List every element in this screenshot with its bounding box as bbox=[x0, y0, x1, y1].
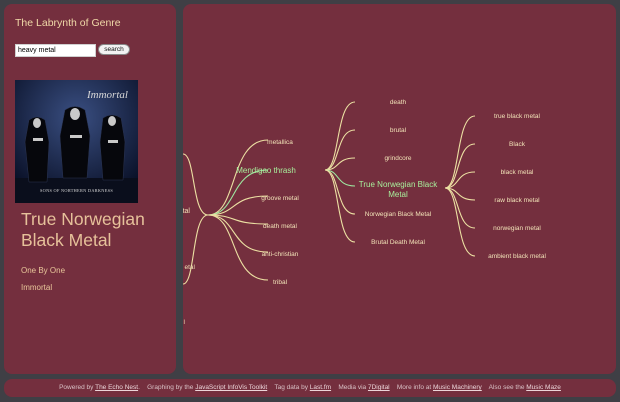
genre-node[interactable]: ambient black metal bbox=[488, 253, 546, 260]
graph-edge bbox=[444, 187, 476, 229]
current-genre-title: True Norwegian Black Metal bbox=[21, 209, 145, 250]
footer-powered-text: Powered by bbox=[59, 384, 94, 391]
footer-graphing-text: Graphing by the bbox=[147, 384, 194, 391]
graph-edge bbox=[444, 143, 476, 189]
footer-media-text: Media via bbox=[338, 384, 367, 391]
artist-name[interactable]: Immortal bbox=[21, 283, 52, 292]
graph-edge bbox=[444, 187, 476, 257]
infovis-toolkit-link[interactable]: JavaScript InfoVis Toolkit bbox=[195, 384, 267, 391]
genre-node[interactable]: metallica bbox=[267, 139, 293, 146]
footer-tag-text: Tag data by bbox=[274, 384, 308, 391]
music-maze-link[interactable]: Music Maze bbox=[526, 384, 561, 391]
lastfm-link[interactable]: Last.fm bbox=[310, 384, 331, 391]
graph-edge-active bbox=[207, 169, 269, 216]
genre-node-partial[interactable]: l bbox=[184, 319, 186, 326]
graph-edge bbox=[183, 153, 209, 216]
genre-node[interactable]: raw black metal bbox=[494, 197, 540, 204]
genre-node[interactable]: black metal bbox=[501, 169, 534, 176]
graph-edge bbox=[444, 115, 476, 189]
genre-graph-panel[interactable]: metallica groove metal death metal anti-chr… bbox=[183, 4, 616, 374]
genre-node[interactable]: Brutal Death Metal bbox=[371, 239, 425, 246]
footer-info-text: More info at bbox=[396, 384, 432, 391]
genre-node-partial[interactable]: etal bbox=[183, 208, 190, 215]
search-input[interactable] bbox=[15, 44, 96, 57]
album-cover-artwork: Immortal SONS OF NORTHERN DARKNESS bbox=[15, 80, 138, 203]
graph-edge bbox=[207, 214, 269, 281]
genre-node[interactable]: anti-christian bbox=[262, 251, 299, 258]
genre-node[interactable]: death bbox=[390, 99, 407, 106]
graph-edge bbox=[183, 214, 209, 285]
graph-edge bbox=[324, 169, 356, 215]
genre-node[interactable]: death metal bbox=[263, 223, 298, 230]
album-caption: SONS OF NORTHERN DARKNESS bbox=[40, 188, 113, 193]
genre-node[interactable]: brutal bbox=[390, 127, 407, 134]
app-title: The Labrynth of Genre bbox=[15, 17, 121, 29]
genre-node-active[interactable]: Mendigao thrash bbox=[236, 166, 296, 175]
genre-node[interactable]: Black bbox=[509, 141, 526, 148]
search-button[interactable]: search bbox=[98, 44, 130, 55]
genre-graph[interactable]: metallica groove metal death metal anti-chr… bbox=[183, 4, 616, 374]
genre-node[interactable]: norwegian metal bbox=[493, 225, 541, 232]
music-machinery-link[interactable]: Music Machinery bbox=[433, 384, 482, 391]
genre-node[interactable]: tribal bbox=[273, 279, 288, 286]
genre-node-active[interactable]: True Norwegian Black Metal bbox=[359, 180, 438, 199]
genre-node[interactable]: groove metal bbox=[261, 195, 299, 202]
genre-node[interactable]: Norwegian Black Metal bbox=[365, 211, 432, 218]
graph-edge bbox=[324, 129, 356, 171]
album-cover-image: Immortal SONS OF NORTHERN DARKNESS bbox=[15, 80, 138, 203]
track-title[interactable]: One By One bbox=[21, 266, 65, 275]
genre-node[interactable]: grindcore bbox=[384, 155, 411, 162]
band-logo: Immortal bbox=[86, 89, 128, 101]
footer-bar: Powered by The Echo Nest. Graphing by th… bbox=[4, 379, 616, 397]
graph-edge bbox=[324, 101, 356, 171]
echo-nest-link[interactable]: The Echo Nest bbox=[95, 384, 138, 391]
genre-node-partial[interactable]: etal bbox=[185, 264, 196, 271]
genre-node[interactable]: true black metal bbox=[494, 113, 540, 120]
footer-maze-text: Also see the bbox=[488, 384, 525, 391]
graph-edge bbox=[324, 169, 356, 243]
7digital-link[interactable]: 7Digital bbox=[368, 384, 390, 391]
